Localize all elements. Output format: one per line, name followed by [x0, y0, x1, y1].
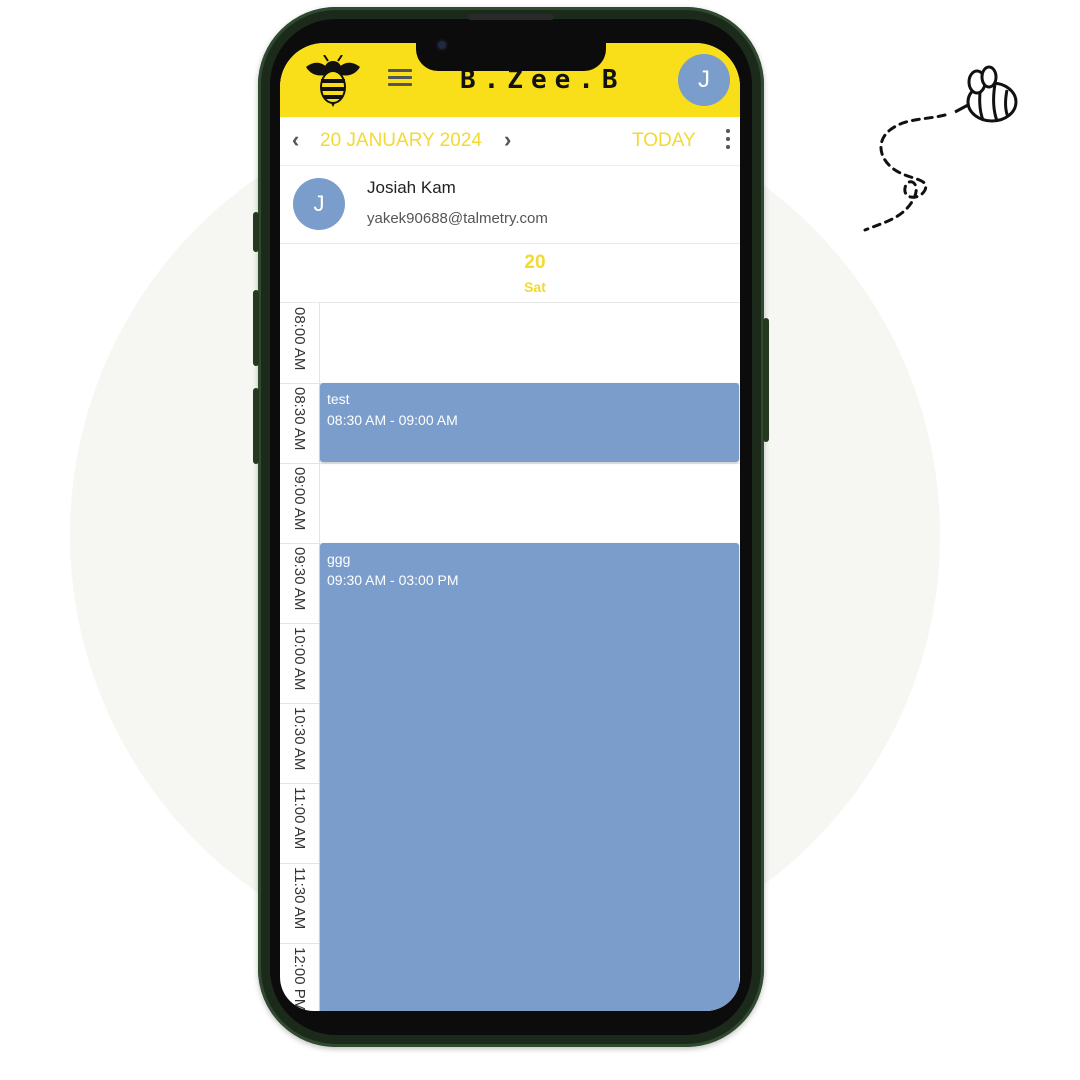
menu-hamburger-icon[interactable]: [388, 69, 412, 89]
event-time: 08:30 AM - 09:00 AM: [327, 412, 458, 428]
current-date-label[interactable]: 20 JANUARY 2024: [320, 130, 482, 152]
volume-up-button: [253, 290, 259, 366]
mute-switch: [253, 212, 259, 252]
time-slot-label: 09:30 AM: [291, 547, 308, 611]
calendar-event[interactable]: test 08:30 AM - 09:00 AM: [320, 383, 739, 462]
event-time: 09:30 AM - 03:00 PM: [327, 572, 459, 588]
time-slot-label: 10:30 AM: [291, 707, 308, 771]
time-slot-label: 09:00 AM: [291, 467, 308, 531]
time-slot-label: 11:00 AM: [291, 787, 308, 850]
event-title: ggg: [327, 551, 351, 567]
date-navigation: ‹ 20 JANUARY 2024 › TODAY: [280, 117, 740, 166]
chevron-right-icon[interactable]: ›: [504, 129, 511, 151]
time-slot-label: 08:30 AM: [291, 387, 308, 451]
time-slot-label: 08:00 AM: [291, 307, 308, 371]
time-slot-label: 12:00 PM: [291, 947, 308, 1011]
day-number: 20: [524, 252, 546, 273]
time-slot: 12:00 PM: [280, 943, 319, 1011]
time-slot: 10:00 AM: [280, 623, 319, 704]
time-slot: 10:30 AM: [280, 703, 319, 784]
kebab-menu-icon[interactable]: [726, 129, 730, 153]
event-title: test: [327, 391, 350, 407]
day-header: 20 Sat: [280, 244, 740, 303]
day-name: Sat: [524, 279, 546, 295]
time-slot: 08:00 AM: [280, 303, 319, 384]
time-slot-label: 11:30 AM: [291, 867, 308, 930]
bee-doodle-icon: [863, 65, 1018, 232]
power-button: [763, 318, 769, 442]
time-slot: 08:30 AM: [280, 383, 319, 464]
day-calendar-grid[interactable]: 08:00 AM 08:30 AM 09:00 AM 09:30 AM 10:0…: [280, 303, 740, 1011]
time-slot: 09:30 AM: [280, 543, 319, 624]
time-slot: 11:00 AM: [280, 783, 319, 864]
volume-down-button: [253, 388, 259, 464]
bee-logo-icon: [306, 55, 360, 107]
today-button[interactable]: TODAY: [632, 130, 696, 152]
phone-screen: B.Zee.B J ‹ 20 JANUARY 2024 › TODAY J Jo…: [280, 43, 740, 1011]
user-name: Josiah Kam: [367, 178, 456, 197]
front-camera: [438, 41, 446, 49]
profile-avatar[interactable]: J: [678, 54, 730, 106]
time-slot: 11:30 AM: [280, 863, 319, 944]
grid-line: [320, 463, 740, 464]
user-avatar: J: [293, 178, 345, 230]
chevron-left-icon[interactable]: ‹: [292, 129, 299, 151]
phone-speaker: [468, 14, 554, 20]
user-info-row: J Josiah Kam yakek90688@talmetry.com: [280, 166, 740, 244]
time-slot: 09:00 AM: [280, 463, 319, 544]
calendar-event[interactable]: ggg 09:30 AM - 03:00 PM: [320, 543, 739, 1011]
time-column: 08:00 AM 08:30 AM 09:00 AM 09:30 AM 10:0…: [280, 303, 320, 1011]
time-slot-label: 10:00 AM: [291, 627, 308, 691]
user-email: yakek90688@talmetry.com: [367, 210, 548, 227]
